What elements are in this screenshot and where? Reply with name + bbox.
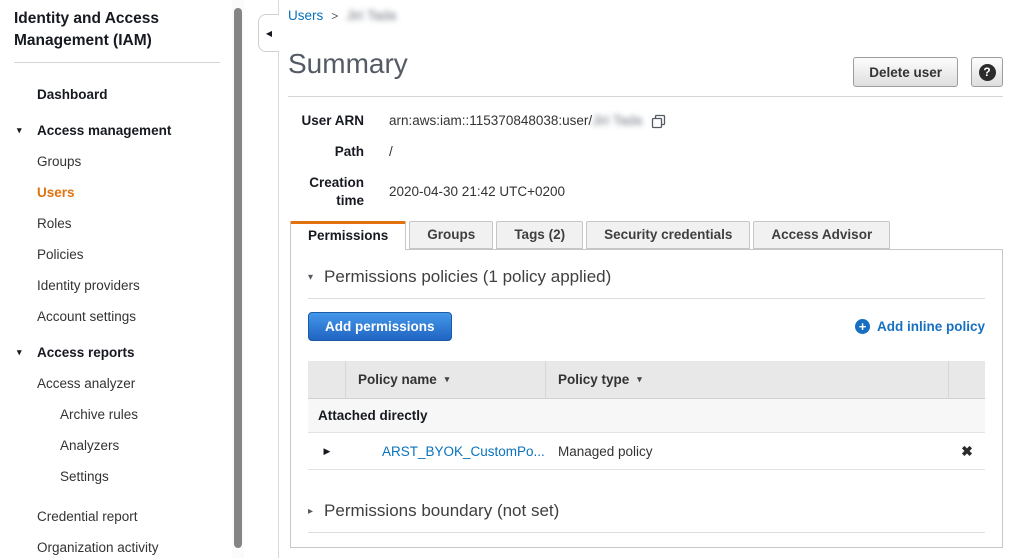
policies-table: Policy name ▾ Policy type ▾ Attached dir… [308, 361, 985, 470]
sidebar-item-policies[interactable]: Policies [0, 239, 232, 270]
sidebar-item-access-management[interactable]: ▾Access management [0, 115, 232, 146]
sidebar: Identity and Access Management (IAM) Das… [0, 0, 232, 558]
sort-caret-icon: ▾ [637, 374, 642, 385]
policy-name-column-header[interactable]: Policy name ▾ [346, 361, 546, 398]
expand-column-header [308, 361, 346, 398]
policies-table-header: Policy name ▾ Policy type ▾ [308, 361, 985, 399]
section-divider [308, 298, 985, 299]
breadcrumb-redacted-user-name: Jiri Tada [346, 8, 396, 23]
sidebar-item-users[interactable]: Users [0, 177, 232, 208]
arn-redacted-user-name: Jiri Tada [592, 112, 642, 130]
sidebar-title: Identity and Access Management (IAM) [14, 8, 218, 51]
policy-type-cell: Managed policy [546, 444, 949, 459]
chevron-left-icon: ◀ [266, 29, 272, 38]
sidebar-item-credential-report[interactable]: Credential report [0, 501, 232, 532]
expand-policy-button[interactable]: ▶ [308, 446, 346, 457]
policy-table-row: ▶ ARST_BYOK_CustomPo... Managed policy ✖ [308, 433, 985, 469]
help-icon: ? [979, 64, 996, 81]
permissions-boundary-section-header[interactable]: ▸ Permissions boundary (not set) [308, 501, 985, 521]
sidebar-item-dashboard[interactable]: Dashboard [0, 79, 232, 110]
policy-type-column-header[interactable]: Policy type ▾ [546, 361, 949, 398]
tab-security-credentials[interactable]: Security credentials [586, 221, 750, 249]
path-row: Path / [279, 143, 666, 161]
policy-actions-row: Add permissions + Add inline policy [308, 312, 985, 341]
sidebar-scrollbar-track [232, 0, 244, 558]
tab-permissions[interactable]: Permissions [290, 221, 406, 250]
tab-groups[interactable]: Groups [409, 221, 493, 249]
caret-down-icon: ▾ [17, 337, 22, 368]
triangle-right-icon: ▶ [324, 446, 331, 456]
sidebar-nav: Dashboard ▾Access management Groups User… [0, 79, 232, 558]
sidebar-item-organization-activity[interactable]: Organization activity [0, 532, 232, 558]
delete-user-button[interactable]: Delete user [853, 57, 958, 87]
caret-down-icon: ▾ [308, 272, 313, 283]
path-label: Path [279, 143, 364, 161]
breadcrumb: Users > Jiri Tada [288, 8, 396, 23]
copy-icon[interactable] [651, 114, 666, 129]
attached-directly-group-row: Attached directly [308, 399, 985, 433]
creation-time-value: 2020-04-30 21:42 UTC+0200 [389, 174, 565, 210]
sidebar-item-access-reports[interactable]: ▾Access reports [0, 337, 232, 368]
sidebar-item-access-analyzer[interactable]: Access analyzer [0, 368, 232, 399]
caret-right-icon: ▸ [308, 506, 313, 517]
permissions-panel: ▾ Permissions policies (1 policy applied… [290, 249, 1003, 548]
breadcrumb-separator: > [331, 9, 338, 23]
permissions-policies-section-header[interactable]: ▾ Permissions policies (1 policy applied… [308, 267, 985, 287]
creation-time-label: Creation time [279, 174, 364, 210]
sidebar-item-archive-rules[interactable]: Archive rules [0, 399, 232, 430]
tab-tags[interactable]: Tags (2) [496, 221, 583, 249]
add-inline-policy-link[interactable]: + Add inline policy [855, 319, 985, 334]
sidebar-item-analyzers[interactable]: Analyzers [0, 430, 232, 461]
user-details: User ARN arn:aws:iam::115370848038:user/… [279, 112, 666, 223]
user-arn-label: User ARN [279, 112, 364, 130]
sidebar-item-settings[interactable]: Settings [0, 461, 232, 492]
sidebar-item-account-settings[interactable]: Account settings [0, 301, 232, 332]
policy-name-cell: ARST_BYOK_CustomPo... [346, 444, 546, 459]
plus-icon: + [855, 319, 870, 334]
path-value: / [389, 143, 393, 161]
breadcrumb-users-link[interactable]: Users [288, 8, 323, 23]
permissions-boundary-section: ▸ Permissions boundary (not set) [308, 501, 985, 533]
sidebar-item-groups[interactable]: Groups [0, 146, 232, 177]
permissions-boundary-title: Permissions boundary (not set) [324, 501, 559, 521]
policy-name-link[interactable]: ARST_BYOK_CustomPo... [382, 444, 545, 459]
header-buttons: Delete user ? [853, 57, 1003, 87]
header-divider [288, 96, 1003, 97]
sidebar-item-roles[interactable]: Roles [0, 208, 232, 239]
section-divider [308, 532, 985, 533]
add-permissions-button[interactable]: Add permissions [308, 312, 452, 341]
nav-content-divider [278, 0, 279, 558]
sidebar-item-identity-providers[interactable]: Identity providers [0, 270, 232, 301]
sidebar-scrollbar-thumb[interactable] [234, 8, 242, 548]
user-arn-row: User ARN arn:aws:iam::115370848038:user/… [279, 112, 666, 130]
sidebar-divider [14, 62, 220, 63]
remove-policy-button[interactable]: ✖ [949, 443, 985, 460]
permissions-policies-title: Permissions policies (1 policy applied) [324, 267, 611, 287]
collapse-sidebar-button[interactable]: ◀ [258, 14, 279, 52]
x-icon: ✖ [961, 443, 973, 459]
iam-console-page: Identity and Access Management (IAM) Das… [0, 0, 1012, 558]
caret-down-icon: ▾ [17, 115, 22, 146]
page-title: Summary [288, 48, 408, 80]
tab-access-advisor[interactable]: Access Advisor [753, 221, 890, 249]
creation-time-row: Creation time 2020-04-30 21:42 UTC+0200 [279, 174, 666, 210]
help-button[interactable]: ? [971, 57, 1003, 87]
user-arn-value: arn:aws:iam::115370848038:user/Jiri Tada [389, 112, 666, 130]
sort-caret-icon: ▾ [445, 374, 450, 385]
tab-bar: Permissions Groups Tags (2) Security cre… [290, 221, 893, 250]
